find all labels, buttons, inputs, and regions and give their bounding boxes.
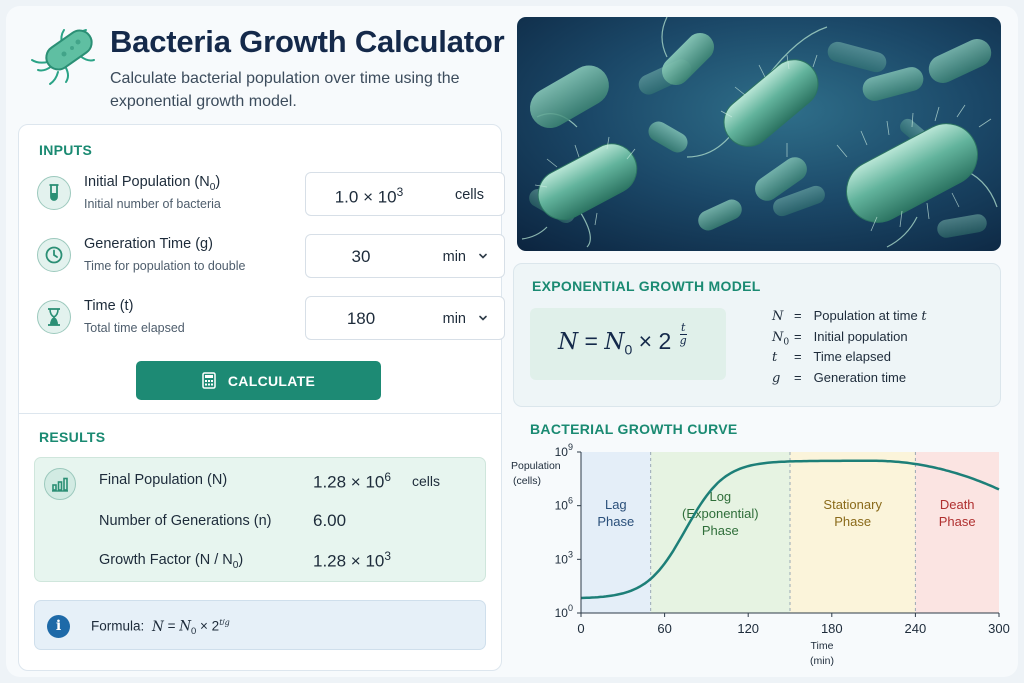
generation-time-unit: min bbox=[442, 249, 466, 265]
legend-row-g: g = Generation time bbox=[772, 370, 907, 386]
time-value[interactable]: 180 bbox=[306, 309, 416, 329]
calculator-icon bbox=[202, 372, 216, 389]
initial-population-description: Initial number of bacteria bbox=[84, 197, 221, 211]
info-icon: i bbox=[47, 615, 70, 638]
clock-icon bbox=[37, 238, 71, 272]
initial-population-input[interactable]: 1.0 × 103 cells bbox=[305, 172, 505, 216]
calculate-button[interactable]: CALCULATE bbox=[136, 361, 381, 400]
generation-time-value[interactable]: 30 bbox=[306, 247, 416, 267]
phase-label: Phase bbox=[597, 514, 634, 529]
growth-model-title: EXPONENTIAL GROWTH MODEL bbox=[532, 278, 761, 294]
time-label: Time (t) bbox=[84, 298, 134, 314]
inputs-section-title: INPUTS bbox=[39, 142, 93, 158]
bacteria-illustration bbox=[517, 17, 1001, 251]
time-select[interactable]: 180 min bbox=[305, 296, 505, 340]
test-tube-icon bbox=[37, 176, 71, 210]
time-description: Total time elapsed bbox=[84, 321, 185, 335]
phase-label: Phase bbox=[939, 514, 976, 529]
initial-population-value[interactable]: 1.0 × 103 bbox=[314, 185, 424, 208]
legend-row-t: t = Time elapsed bbox=[772, 349, 891, 365]
results-box: Final Population (N) 1.28 × 106 cells Nu… bbox=[34, 457, 486, 582]
growth-curve-chart: LagPhaseLog(Exponential)PhaseStationaryP… bbox=[511, 442, 1010, 667]
legend-row-n0: N0 = Initial population bbox=[772, 329, 908, 348]
y-tick-label: 106 bbox=[555, 496, 573, 513]
growth-factor-value: 1.28 × 103 bbox=[313, 549, 391, 571]
generation-time-select[interactable]: 30 min bbox=[305, 234, 505, 278]
phase-label: Phase bbox=[834, 514, 871, 529]
generation-time-row: Generation Time (g) Time for population … bbox=[37, 234, 505, 282]
y-tick-label: 103 bbox=[555, 549, 573, 566]
phase-label: Death bbox=[940, 497, 975, 512]
x-tick-label: 240 bbox=[905, 621, 927, 636]
generations-label: Number of Generations (n) bbox=[99, 513, 272, 529]
generation-time-description: Time for population to double bbox=[84, 259, 246, 273]
formula-text: Formula: N = N0 × 2t/g bbox=[91, 618, 230, 638]
x-tick-label: 0 bbox=[577, 621, 584, 636]
formula-label: Formula: bbox=[91, 618, 145, 634]
generations-value: 6.00 bbox=[313, 511, 347, 530]
page-title: Bacteria Growth Calculator bbox=[110, 24, 505, 59]
chevron-down-icon[interactable] bbox=[478, 313, 488, 323]
y-tick-label: 109 bbox=[555, 442, 573, 459]
formula-box: i Formula: N = N0 × 2t/g bbox=[34, 600, 486, 650]
phase-band bbox=[915, 452, 999, 613]
results-section-title: RESULTS bbox=[39, 429, 106, 445]
phase-label: Stationary bbox=[823, 497, 882, 512]
growth-factor-label: Growth Factor (N / N0) bbox=[99, 552, 244, 571]
time-unit: min bbox=[442, 311, 466, 327]
phase-label: Log bbox=[709, 489, 731, 504]
final-population-label: Final Population (N) bbox=[99, 472, 228, 488]
phase-label: Lag bbox=[605, 497, 627, 512]
initial-population-row: Initial Population (N0) Initial number o… bbox=[37, 172, 505, 220]
initial-population-label: Initial Population (N0) bbox=[84, 174, 221, 193]
page-subtitle: Calculate bacterial population over time… bbox=[110, 70, 460, 110]
generation-time-label: Generation Time (g) bbox=[84, 236, 213, 252]
x-tick-label: 60 bbox=[657, 621, 671, 636]
y-tick-label: 100 bbox=[555, 603, 573, 620]
x-tick-label: 120 bbox=[737, 621, 759, 636]
growth-model-formula-box: N = N0 × 2 tg bbox=[530, 308, 726, 380]
x-axis-label: Time bbox=[811, 640, 834, 652]
x-tick-label: 300 bbox=[988, 621, 1010, 636]
y-axis-label: Population bbox=[511, 460, 561, 472]
growth-model-card: EXPONENTIAL GROWTH MODEL N = N0 × 2 tg N… bbox=[513, 263, 1001, 407]
initial-population-unit: cells bbox=[454, 187, 484, 203]
x-axis-unit: (min) bbox=[810, 655, 834, 667]
x-tick-label: 180 bbox=[821, 621, 843, 636]
final-population-value: 1.28 × 106 bbox=[313, 470, 391, 492]
bar-chart-icon bbox=[44, 468, 76, 500]
phase-band bbox=[790, 452, 916, 613]
chevron-down-icon[interactable] bbox=[478, 251, 488, 261]
growth-curve-title: BACTERIAL GROWTH CURVE bbox=[530, 421, 738, 437]
header: Bacteria Growth Calculator Calculate bac… bbox=[22, 16, 505, 116]
hourglass-icon bbox=[37, 300, 71, 334]
phase-band bbox=[581, 452, 651, 613]
final-population-unit: cells bbox=[412, 473, 441, 489]
legend-row-n: N = Population at time t bbox=[772, 308, 927, 324]
growth-model-formula: N = N0 × 2 tg bbox=[558, 321, 687, 358]
calculate-button-label: CALCULATE bbox=[227, 372, 316, 389]
time-row: Time (t) Total time elapsed 180 min bbox=[37, 296, 505, 344]
bacteria-logo-icon bbox=[31, 29, 95, 85]
phase-label: Phase bbox=[702, 523, 739, 538]
y-axis-unit: (cells) bbox=[513, 475, 541, 487]
